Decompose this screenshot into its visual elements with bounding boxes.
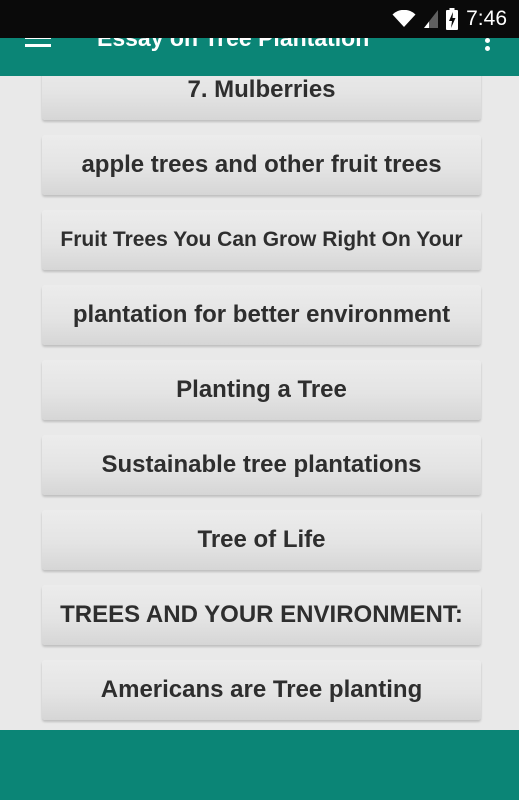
list-item[interactable]: plantation for better environment bbox=[42, 285, 481, 345]
status-bar: 7:46 bbox=[0, 0, 519, 38]
list-item[interactable]: Fruit Trees You Can Grow Right On Your bbox=[42, 210, 481, 270]
list-item[interactable]: Sustainable tree plantations bbox=[42, 435, 481, 495]
list-item[interactable]: TREES AND YOUR ENVIRONMENT: bbox=[42, 585, 481, 645]
bottom-bar bbox=[0, 730, 519, 800]
list-item-label: Sustainable tree plantations bbox=[101, 451, 422, 478]
list-item[interactable]: 7. Mulberries bbox=[42, 76, 481, 120]
signal-icon bbox=[424, 10, 439, 28]
status-time: 7:46 bbox=[466, 7, 507, 30]
status-icons: 7:46 bbox=[392, 6, 507, 32]
battery-charging-icon bbox=[446, 8, 459, 30]
wifi-icon bbox=[392, 10, 416, 28]
list-item-label: Planting a Tree bbox=[176, 376, 347, 403]
list-item[interactable]: Americans are Tree planting bbox=[42, 660, 481, 720]
list-item-label: plantation for better environment bbox=[72, 301, 451, 328]
app-bar: Essay on Tree Plantation bbox=[0, 38, 519, 76]
overflow-menu-icon[interactable] bbox=[485, 38, 491, 52]
list-item[interactable]: apple trees and other fruit trees bbox=[42, 135, 481, 195]
list-item-label: 7. Mulberries bbox=[187, 76, 336, 103]
list-item-label: TREES AND YOUR ENVIRONMENT: bbox=[60, 601, 463, 628]
menu-icon[interactable] bbox=[25, 38, 51, 52]
list-item-label: Fruit Trees You Can Grow Right On Your bbox=[60, 228, 463, 251]
list-item[interactable]: Tree of Life bbox=[42, 510, 481, 570]
list-item[interactable]: Planting a Tree bbox=[42, 360, 481, 420]
list-item-label: Tree of Life bbox=[197, 526, 326, 553]
list-item-label: Americans are Tree planting bbox=[100, 676, 423, 703]
essay-topic-list[interactable]: 7. Mulberries apple trees and other frui… bbox=[0, 76, 519, 730]
app-title: Essay on Tree Plantation bbox=[97, 38, 370, 51]
list-item-label: apple trees and other fruit trees bbox=[81, 151, 442, 178]
